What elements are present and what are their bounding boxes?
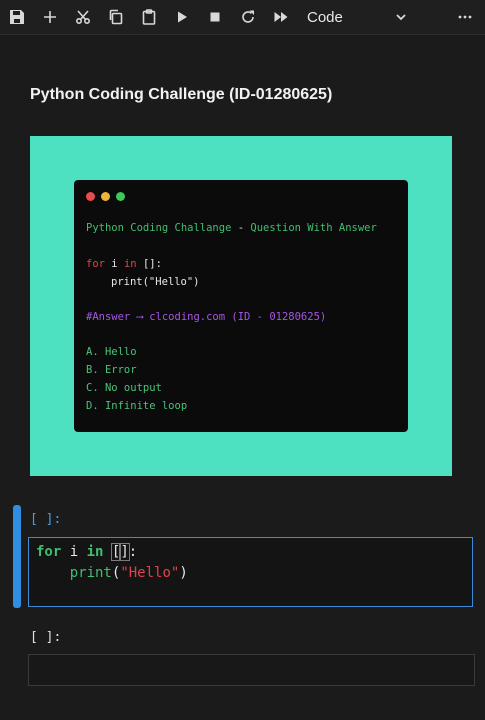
copy-button[interactable] bbox=[99, 0, 132, 34]
string-literal: "Hello" bbox=[120, 565, 180, 581]
run-all-button[interactable] bbox=[264, 0, 297, 34]
kw-in: in bbox=[86, 544, 104, 560]
more-button[interactable] bbox=[448, 0, 481, 34]
restart-icon bbox=[241, 10, 254, 23]
window-dots bbox=[86, 192, 125, 201]
card-option-d: D. Infinite loop bbox=[86, 400, 188, 412]
bracket-close: ] bbox=[119, 543, 130, 561]
cell-type-label: Code bbox=[307, 8, 343, 26]
yellow-dot bbox=[101, 192, 110, 201]
fast-forward-icon bbox=[274, 12, 287, 22]
copy-icon bbox=[109, 9, 122, 25]
chevron-down-icon bbox=[396, 14, 406, 21]
run-button[interactable] bbox=[165, 0, 198, 34]
restart-button[interactable] bbox=[231, 0, 264, 34]
cell-type-select[interactable]: Code bbox=[307, 4, 407, 30]
card-option-b: B. Error bbox=[86, 364, 137, 376]
paren-close: ) bbox=[179, 565, 188, 581]
save-button[interactable] bbox=[0, 0, 33, 34]
clipboard-icon bbox=[142, 9, 155, 25]
cell-1-editor[interactable]: for i in []: print("Hello") bbox=[28, 537, 473, 607]
card-var: i bbox=[111, 258, 118, 270]
cell-2-prompt: [ ]: bbox=[30, 630, 62, 645]
active-cell-indicator[interactable] bbox=[13, 505, 21, 608]
var-i: i bbox=[69, 544, 79, 560]
code-card: Python Coding Challange - Question With … bbox=[74, 180, 408, 432]
card-header-left: Python Coding Challange bbox=[86, 222, 232, 234]
card-answer: #Answer ⟶ clcoding.com (ID - 01280625) bbox=[86, 311, 327, 323]
card-kw-for: for bbox=[86, 258, 105, 270]
green-dot bbox=[116, 192, 125, 201]
interrupt-button[interactable] bbox=[198, 0, 231, 34]
card-code-rest: []: bbox=[142, 258, 162, 270]
cut-button[interactable] bbox=[66, 0, 99, 34]
card-kw-in: in bbox=[123, 258, 137, 270]
card-option-a: A. Hello bbox=[86, 346, 137, 358]
card-header-sep: - bbox=[237, 222, 245, 234]
markdown-title: Python Coding Challenge (ID-01280625) bbox=[30, 86, 333, 103]
card-code-line-2: print("Hello") bbox=[111, 276, 200, 288]
cell-1-line-2: print("Hello") bbox=[36, 565, 188, 581]
card-header-right: Question With Answer bbox=[250, 222, 377, 234]
paste-button[interactable] bbox=[132, 0, 165, 34]
cell-1-line-1: for i in []: bbox=[36, 543, 138, 561]
kw-for: for bbox=[36, 544, 62, 560]
cell-2-editor[interactable] bbox=[28, 654, 475, 686]
save-icon bbox=[9, 10, 24, 24]
card-option-c: C. No output bbox=[86, 382, 162, 394]
notebook-toolbar: Code bbox=[0, 0, 485, 35]
red-dot bbox=[86, 192, 95, 201]
challenge-image: Python Coding Challange - Question With … bbox=[30, 136, 452, 476]
stop-icon bbox=[210, 12, 219, 22]
scissors-icon bbox=[75, 10, 90, 25]
insert-cell-button[interactable] bbox=[33, 0, 66, 34]
colon: : bbox=[128, 544, 138, 560]
play-icon bbox=[177, 11, 187, 23]
card-code-line-1: for i in []: bbox=[86, 258, 162, 270]
plus-icon bbox=[43, 11, 56, 23]
more-horizontal-icon bbox=[458, 15, 471, 19]
cell-1-prompt: [ ]: bbox=[30, 512, 62, 527]
card-header: Python Coding Challange - Question With … bbox=[86, 222, 377, 234]
func-print: print bbox=[69, 565, 112, 581]
